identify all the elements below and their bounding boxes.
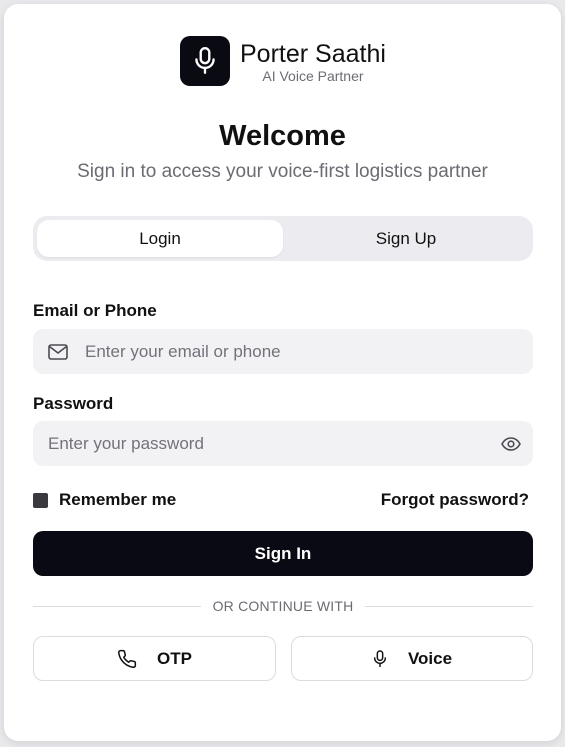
- tab-sign-up[interactable]: Sign Up: [283, 220, 529, 257]
- page-title: Welcome: [219, 120, 346, 152]
- password-field-container: [33, 421, 533, 466]
- microphone-icon: [195, 46, 215, 74]
- mail-icon: [48, 343, 68, 360]
- app-tagline: AI Voice Partner: [262, 67, 364, 84]
- phone-icon: [117, 649, 137, 669]
- login-card: Porter Saathi AI Voice Partner Welcome S…: [4, 4, 561, 741]
- tab-login[interactable]: Login: [37, 220, 283, 257]
- password-input[interactable]: [48, 421, 501, 466]
- brand-header: Porter Saathi AI Voice Partner: [180, 36, 386, 86]
- password-label: Password: [33, 394, 114, 413]
- sign-in-button[interactable]: Sign In: [33, 531, 533, 576]
- forgot-password-link[interactable]: Forgot password?: [381, 490, 529, 510]
- voice-label: Voice: [407, 648, 453, 668]
- auth-tabs: Login Sign Up: [33, 216, 533, 261]
- email-label: Email or Phone: [33, 301, 157, 320]
- page-subtitle: Sign in to access your voice-first logis…: [77, 161, 488, 182]
- app-logo: [180, 36, 230, 86]
- eye-icon[interactable]: [501, 436, 521, 451]
- email-field-container: [33, 329, 533, 374]
- divider: OR CONTINUE WITH: [33, 598, 534, 614]
- app-name: Porter Saathi: [240, 39, 386, 68]
- voice-button[interactable]: Voice: [291, 636, 533, 681]
- otp-button[interactable]: OTP: [33, 636, 276, 681]
- remember-label: Remember me: [59, 490, 177, 509]
- remember-checkbox[interactable]: [33, 492, 48, 508]
- microphone-icon: [372, 649, 388, 669]
- otp-label: OTP: [157, 648, 192, 668]
- remember-me: Remember me: [33, 490, 176, 510]
- email-input[interactable]: [85, 329, 533, 374]
- divider-text: OR CONTINUE WITH: [212, 598, 354, 614]
